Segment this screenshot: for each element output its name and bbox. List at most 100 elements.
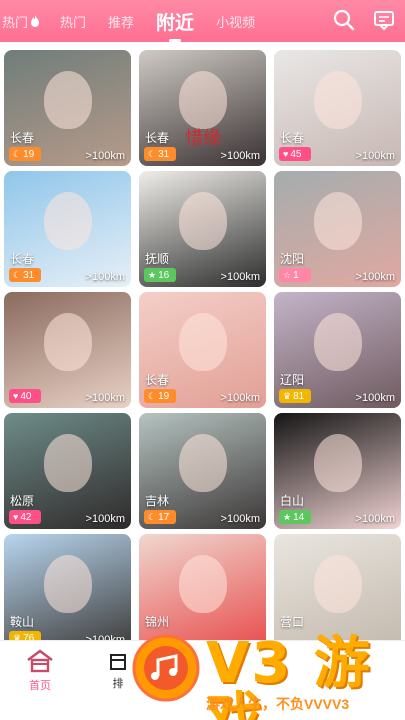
home-icon <box>27 649 53 673</box>
tab-hot[interactable]: 热门 <box>60 12 86 31</box>
v3-watermark-slogan: 游戏人生，不负VVVV3 <box>206 696 350 712</box>
portrait-shape <box>313 433 362 492</box>
level-badge: ♛ 81 <box>279 389 311 403</box>
profile-city: 辽阳 <box>280 373 305 387</box>
level-value: 19 <box>158 390 170 402</box>
profile-card[interactable]: 松原 ♥ 42 >100km <box>4 413 131 529</box>
profile-card[interactable]: 鞍山♛76>100km <box>4 534 131 650</box>
profile-city: 长春 <box>280 131 305 145</box>
portrait-shape <box>178 433 227 492</box>
moon-icon: ☾ <box>148 390 157 401</box>
distance-label: >100km <box>85 271 125 283</box>
distance-label: >100km <box>355 150 395 162</box>
moon-icon: ☾ <box>148 511 157 522</box>
profile-city: 沈阳 <box>280 252 305 266</box>
app-root: 热门 热门 推荐 附近 小视频 长春 ☾ 19 >100km 惜缘 长春 ☾ 31 >100km… <box>0 0 405 720</box>
moon-icon: ☾ <box>13 148 22 159</box>
level-value: 42 <box>20 511 32 523</box>
profile-card[interactable]: 沈阳 ☆ 1 >100km <box>274 171 401 287</box>
profile-grid: 长春 ☾ 19 >100km 惜缘 长春 ☾ 31 >100km 长春 ♥ 45 >100km 长春 ☾ 31… <box>4 50 401 650</box>
photo-overlay-text: 惜缘 <box>185 128 221 149</box>
flame-icon <box>31 15 40 27</box>
tab-nearby[interactable]: 附近 <box>156 8 194 42</box>
portrait-shape <box>43 70 92 129</box>
profile-card[interactable]: 辽阳 ♛ 81 >100km <box>274 292 401 408</box>
distance-label: >100km <box>220 150 260 162</box>
level-value: 17 <box>158 511 170 523</box>
portrait-shape <box>178 554 227 613</box>
rank-icon <box>110 654 126 670</box>
portrait-shape <box>313 70 362 129</box>
profile-city: 抚顺 <box>145 252 170 266</box>
distance-label: >100km <box>355 271 395 283</box>
profile-card[interactable]: ♥ 40 >100km <box>4 292 131 408</box>
profile-city: 锦州 <box>145 615 170 629</box>
profile-city: 鞍山 <box>10 615 35 629</box>
portrait-shape <box>313 554 362 613</box>
level-badge: ♥ 45 <box>279 147 311 161</box>
level-badge: ☾ 31 <box>144 147 176 161</box>
level-badge: ♥ 40 <box>9 389 41 403</box>
portrait-shape <box>178 312 227 371</box>
level-value: 16 <box>158 269 170 281</box>
level-badge: ☆ 1 <box>279 268 311 282</box>
portrait-shape <box>43 554 92 613</box>
profile-city: 长春 <box>10 131 35 145</box>
portrait-shape <box>313 191 362 250</box>
portrait-shape <box>43 312 92 371</box>
distance-label: >100km <box>85 392 125 404</box>
profile-city: 长春 <box>145 131 170 145</box>
top-nav-bar: 热门 热门 推荐 附近 小视频 <box>0 0 405 42</box>
moon-icon: ☾ <box>13 269 22 280</box>
profile-city: 松原 <box>10 494 35 508</box>
tab-hot-flame[interactable]: 热门 <box>2 12 40 31</box>
distance-label: >100km <box>220 271 260 283</box>
level-badge: ★ 14 <box>279 510 311 524</box>
tab-label: 热门 <box>2 14 29 30</box>
level-value: 45 <box>290 148 302 160</box>
profile-card[interactable]: 抚顺 ★ 16 >100km <box>139 171 266 287</box>
portrait-shape <box>178 191 227 250</box>
profile-city: 吉林 <box>145 494 170 508</box>
profile-city: 白山 <box>280 494 305 508</box>
distance-label: >100km <box>220 513 260 525</box>
nav-home[interactable]: 首页 <box>14 649 66 693</box>
heart-icon: ♥ <box>13 391 19 401</box>
profile-card[interactable]: 长春 ☾ 19 >100km <box>4 50 131 166</box>
profile-card[interactable]: 惜缘 长春 ☾ 31 >100km <box>139 50 266 166</box>
star-outline-icon: ☆ <box>283 269 292 280</box>
profile-card[interactable]: 长春 ☾ 19 >100km <box>139 292 266 408</box>
tab-recommend[interactable]: 推荐 <box>108 12 134 31</box>
portrait-shape <box>178 70 227 129</box>
level-value: 1 <box>293 269 299 281</box>
message-button[interactable] <box>371 7 397 33</box>
level-badge: ☾ 19 <box>144 389 176 403</box>
portrait-shape <box>313 312 362 371</box>
level-value: 19 <box>23 148 35 160</box>
level-value: 31 <box>158 148 170 160</box>
profile-card[interactable]: 长春 ☾ 31 >100km <box>4 171 131 287</box>
message-box-icon <box>374 11 394 31</box>
distance-label: >100km <box>355 513 395 525</box>
distance-label: >100km <box>85 513 125 525</box>
level-badge: ☾ 17 <box>144 510 176 524</box>
crown-icon: ♛ <box>283 390 292 401</box>
profile-city: 营口 <box>280 615 305 629</box>
nav-rank[interactable]: 排 <box>106 649 130 691</box>
heart-icon: ♥ <box>13 512 19 522</box>
profile-card[interactable]: 吉林 ☾ 17 >100km <box>139 413 266 529</box>
star-icon: ★ <box>283 511 292 522</box>
level-value: 14 <box>293 511 305 523</box>
level-value: 81 <box>293 390 305 402</box>
search-icon <box>333 9 355 31</box>
level-value: 31 <box>23 269 35 281</box>
profile-card[interactable]: 白山 ★ 14 >100km <box>274 413 401 529</box>
tab-short-video[interactable]: 小视频 <box>216 12 255 31</box>
level-badge: ♥ 42 <box>9 510 41 524</box>
portrait-shape <box>43 433 92 492</box>
profile-city: 长春 <box>10 252 35 266</box>
v3-watermark-icon <box>132 634 200 702</box>
profile-card[interactable]: 长春 ♥ 45 >100km <box>274 50 401 166</box>
search-button[interactable] <box>331 7 357 33</box>
level-badge: ☾ 19 <box>9 147 41 161</box>
